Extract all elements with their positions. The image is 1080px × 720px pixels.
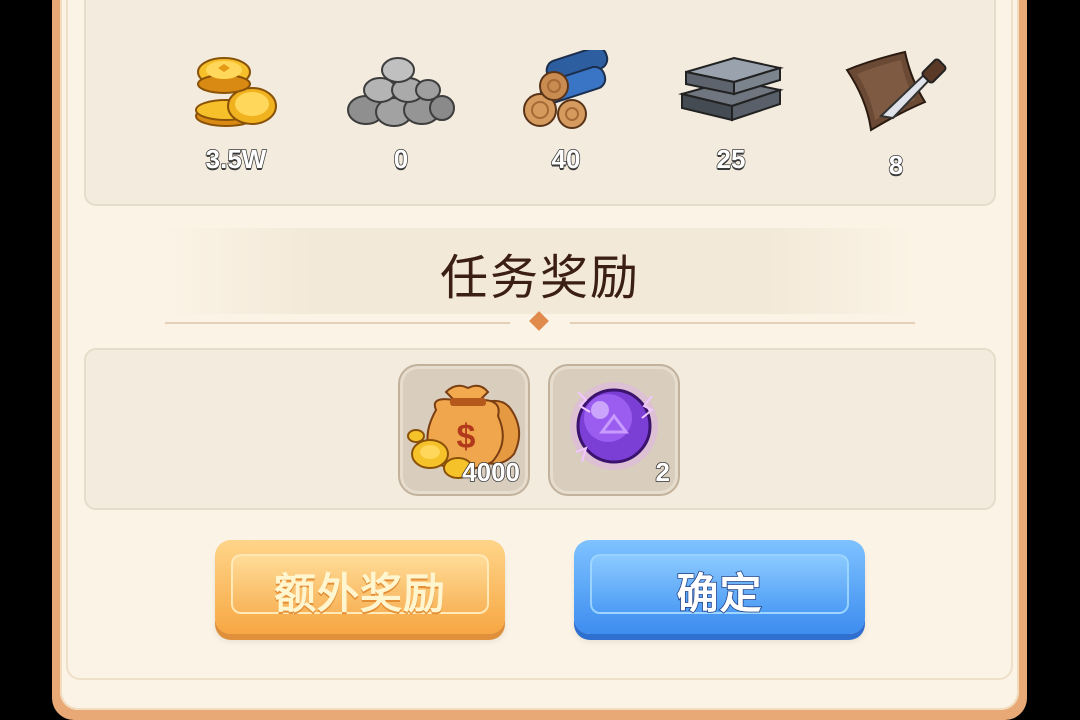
resources-card: 3.5W 0 40 25 8 xyxy=(84,0,996,206)
confirm-button[interactable]: 确定 xyxy=(574,540,865,634)
reward-slot-orb[interactable]: 2 xyxy=(548,364,680,496)
rewards-card xyxy=(84,348,996,510)
section-title: 任务奖励 xyxy=(439,250,640,306)
title-divider-right xyxy=(570,322,915,324)
reward-orb-count: 2 xyxy=(655,456,671,488)
resource-iron: 25 xyxy=(671,50,791,175)
reward-slot-money[interactable]: $ 4000 xyxy=(398,364,530,496)
resource-stone: 0 xyxy=(341,50,461,175)
gold-coins-icon xyxy=(195,57,277,127)
resource-gold-count: 3.5W xyxy=(205,143,267,175)
svg-text:$: $ xyxy=(457,418,476,456)
stone-pile-icon xyxy=(347,57,455,127)
resource-stone-count: 0 xyxy=(393,143,409,175)
resource-wood-count: 40 xyxy=(551,143,581,175)
resource-iron-count: 25 xyxy=(716,143,746,175)
reward-money-count: 4000 xyxy=(461,456,520,488)
extra-reward-button-label: 额外奖励 xyxy=(273,569,446,618)
resource-leather: 8 xyxy=(836,50,956,181)
extra-reward-button[interactable]: 额外奖励 xyxy=(215,540,505,634)
resource-gold: 3.5W xyxy=(176,50,296,175)
wood-logs-icon xyxy=(523,50,609,129)
resource-wood: 40 xyxy=(506,50,626,175)
title-divider-left xyxy=(165,322,510,324)
iron-ingots-icon xyxy=(678,56,784,122)
confirm-button-label: 确定 xyxy=(676,568,763,619)
resource-leather-count: 8 xyxy=(888,149,904,181)
leather-knife-icon xyxy=(845,50,947,132)
